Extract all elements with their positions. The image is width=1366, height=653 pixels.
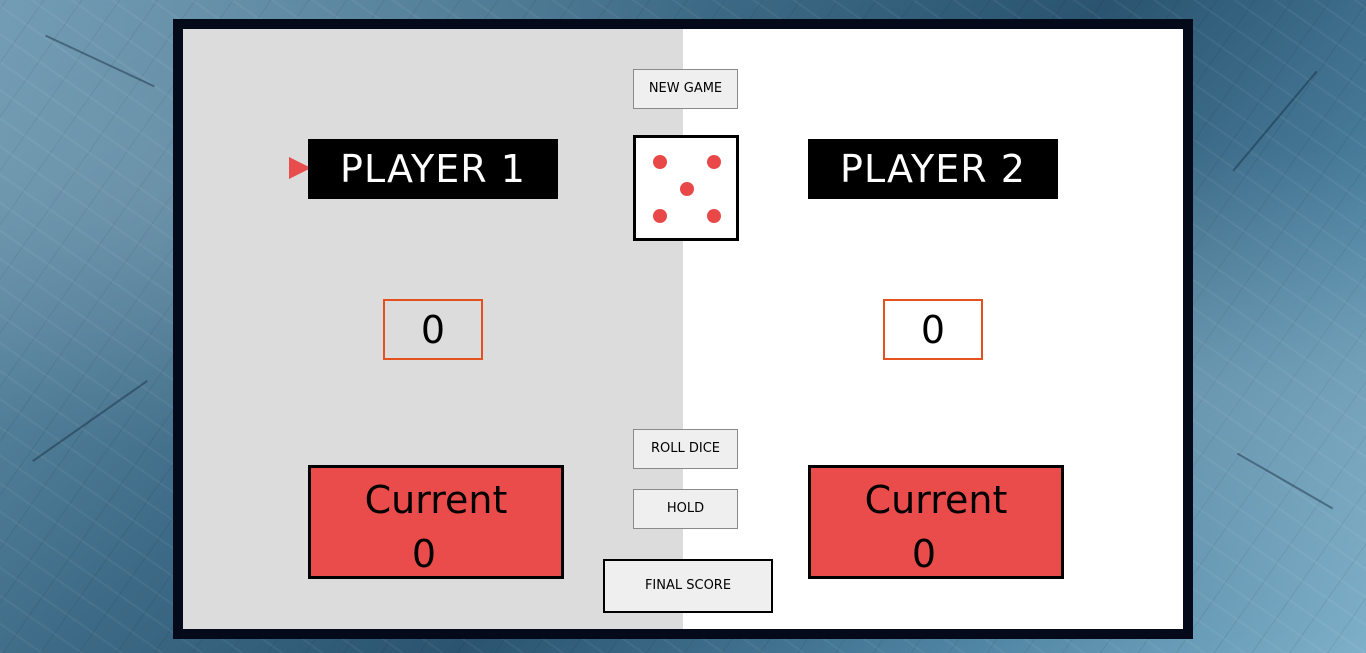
player-1-name: PLAYER 1 — [308, 139, 558, 199]
dice-pip — [680, 182, 694, 196]
new-game-button[interactable]: NEW GAME — [633, 69, 738, 109]
dice-pip — [653, 155, 667, 169]
player-1-total-score: 0 — [383, 299, 483, 360]
player-1-current-score: 0 — [411, 532, 437, 576]
roll-dice-button[interactable]: ROLL DICE — [633, 429, 738, 469]
player-2-current-score: 0 — [911, 532, 937, 576]
dice-pip — [707, 155, 721, 169]
dice-pip — [653, 209, 667, 223]
player-2-total-score: 0 — [883, 299, 983, 360]
dice-pip — [707, 209, 721, 223]
player-2-current-box: Current 0 — [808, 465, 1064, 579]
final-score-button[interactable]: FINAL SCORE — [603, 559, 773, 613]
player-1-current-box: Current 0 — [308, 465, 564, 579]
dice-icon — [633, 135, 739, 241]
hold-button[interactable]: HOLD — [633, 489, 738, 529]
player-2-current-label: Current — [864, 478, 1008, 522]
player-2-name: PLAYER 2 — [808, 139, 1058, 199]
player-1-current-label: Current — [364, 478, 508, 522]
game-board: PLAYER 1 PLAYER 2 NEW GAME 0 0 ROLL DICE… — [173, 19, 1193, 639]
